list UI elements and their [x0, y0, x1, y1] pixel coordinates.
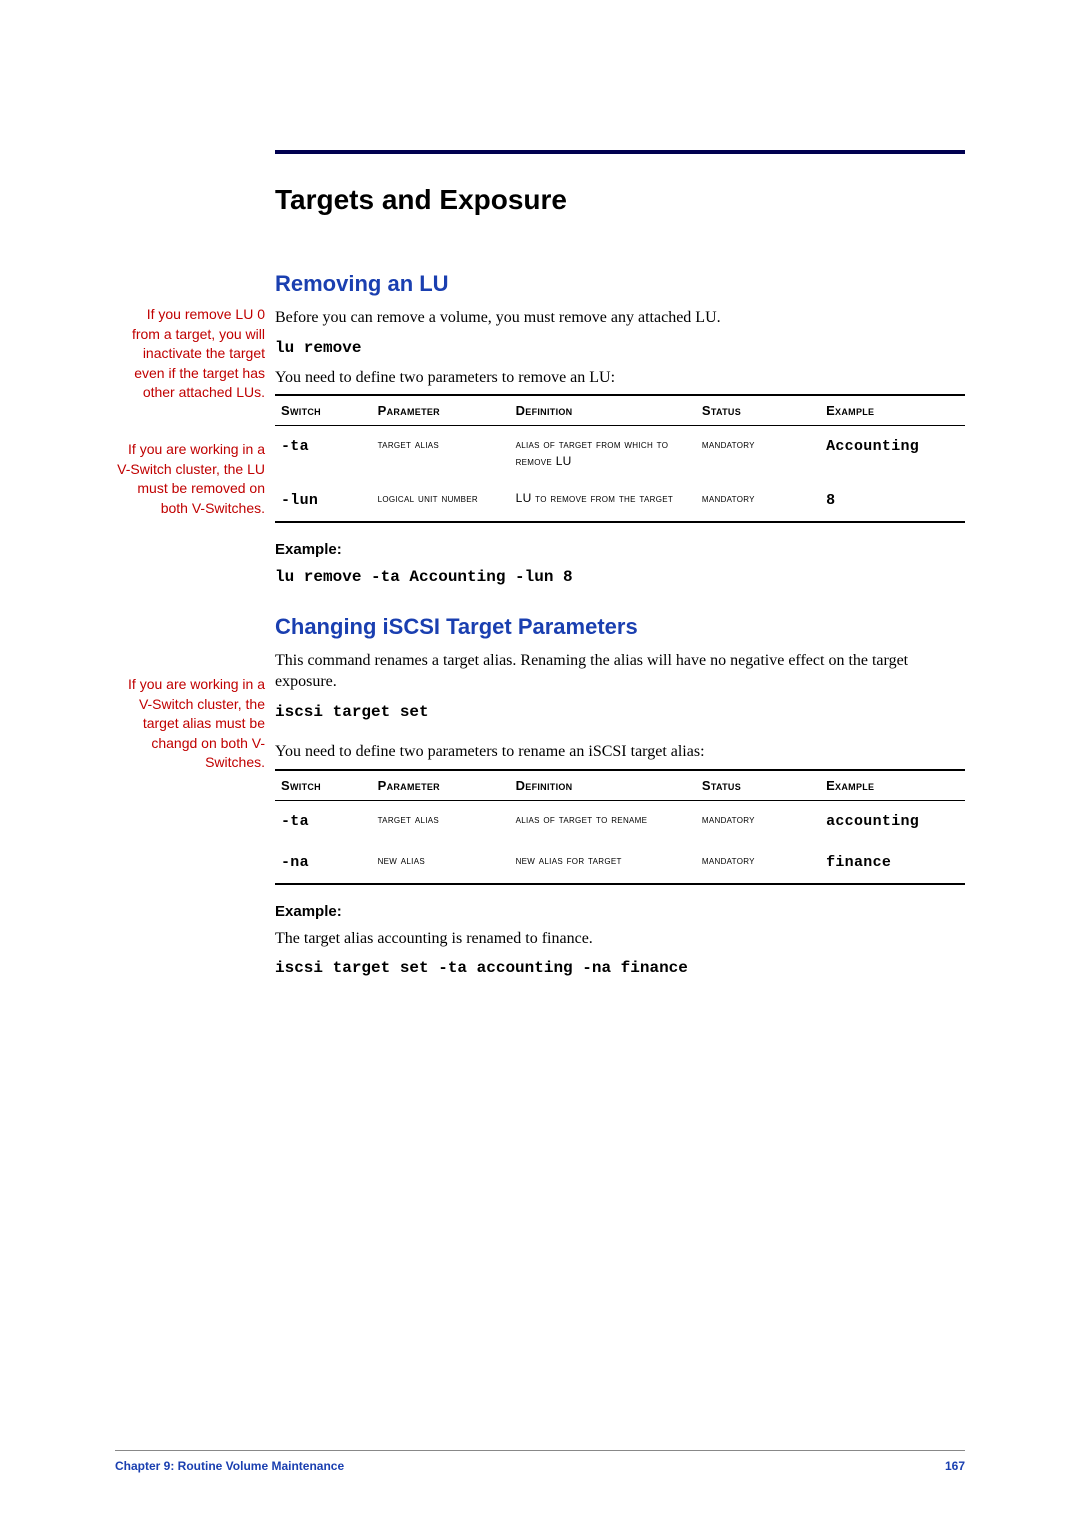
example-text-2: The target alias accounting is renamed t…: [275, 928, 965, 950]
main-column: Targets and Exposure Removing an LU Befo…: [275, 184, 965, 977]
table-header-row: Switch Parameter Definition Status Examp…: [275, 395, 965, 426]
margin-note-1: If you remove LU 0 from a target, you wi…: [115, 305, 265, 403]
section2-command: iscsi target set: [275, 703, 965, 721]
example-command-2: iscsi target set -ta accounting -na fina…: [275, 959, 965, 977]
example-label-1: Example:: [275, 541, 965, 558]
section2-desc: You need to define two parameters to ren…: [275, 741, 965, 763]
th-example: Example: [820, 770, 965, 801]
cell-switch: -ta: [275, 800, 372, 842]
cell-switch: -na: [275, 842, 372, 884]
th-status: Status: [696, 770, 820, 801]
table-row: -ta target alias alias of target from wh…: [275, 426, 965, 480]
footer-page-number: 167: [945, 1459, 965, 1473]
table-row: -ta target alias alias of target to rena…: [275, 800, 965, 842]
params-table-1: Switch Parameter Definition Status Examp…: [275, 394, 965, 523]
params-table-2: Switch Parameter Definition Status Examp…: [275, 769, 965, 885]
th-switch: Switch: [275, 770, 372, 801]
cell-definition: LU to remove from the target: [510, 480, 696, 522]
example-command-1: lu remove -ta Accounting -lun 8: [275, 568, 965, 586]
th-parameter: Parameter: [372, 395, 510, 426]
cell-example: Accounting: [820, 426, 965, 480]
section1-command: lu remove: [275, 339, 965, 357]
section-heading-2: Changing iSCSI Target Parameters: [275, 614, 965, 640]
cell-parameter: target alias: [372, 800, 510, 842]
cell-status: mandatory: [696, 842, 820, 884]
cell-definition: alias of target from which to remove LU: [510, 426, 696, 480]
th-definition: Definition: [510, 770, 696, 801]
section1-desc: You need to define two parameters to rem…: [275, 367, 965, 389]
example-label-2: Example:: [275, 903, 965, 920]
page-footer: Chapter 9: Routine Volume Maintenance 16…: [115, 1450, 965, 1473]
table-row: -na new alias new alias for target manda…: [275, 842, 965, 884]
cell-switch: -lun: [275, 480, 372, 522]
th-example: Example: [820, 395, 965, 426]
cell-status: mandatory: [696, 480, 820, 522]
cell-switch: -ta: [275, 426, 372, 480]
cell-definition: alias of target to rename: [510, 800, 696, 842]
section-heading-1: Removing an LU: [275, 271, 965, 297]
cell-status: mandatory: [696, 426, 820, 480]
page: If you remove LU 0 from a target, you wi…: [0, 0, 1080, 1528]
margin-note-3: If you are working in a V-Switch cluster…: [115, 675, 265, 773]
section2-intro: This command renames a target alias. Ren…: [275, 650, 965, 693]
th-definition: Definition: [510, 395, 696, 426]
cell-example: finance: [820, 842, 965, 884]
table-row: -lun logical unit number LU to remove fr…: [275, 480, 965, 522]
cell-example: 8: [820, 480, 965, 522]
top-rule: [275, 150, 965, 154]
margin-note-2: If you are working in a V-Switch cluster…: [115, 440, 265, 518]
cell-example: accounting: [820, 800, 965, 842]
page-title: Targets and Exposure: [275, 184, 965, 216]
footer-left: Chapter 9: Routine Volume Maintenance: [115, 1459, 344, 1473]
cell-definition: new alias for target: [510, 842, 696, 884]
section1-intro: Before you can remove a volume, you must…: [275, 307, 965, 329]
table-header-row: Switch Parameter Definition Status Examp…: [275, 770, 965, 801]
cell-status: mandatory: [696, 800, 820, 842]
cell-parameter: target alias: [372, 426, 510, 480]
th-switch: Switch: [275, 395, 372, 426]
cell-parameter: new alias: [372, 842, 510, 884]
th-parameter: Parameter: [372, 770, 510, 801]
th-status: Status: [696, 395, 820, 426]
cell-parameter: logical unit number: [372, 480, 510, 522]
